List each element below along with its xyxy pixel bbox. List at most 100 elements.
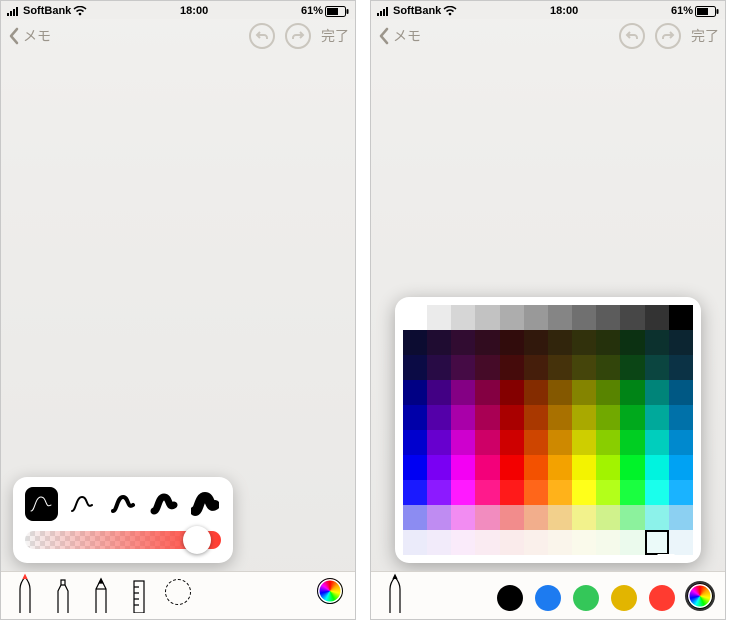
color-cell[interactable] [645, 480, 669, 505]
color-cell[interactable] [427, 455, 451, 480]
color-cell[interactable] [548, 405, 572, 430]
color-cell[interactable] [548, 355, 572, 380]
color-cell[interactable] [548, 430, 572, 455]
color-cell[interactable] [645, 430, 669, 455]
color-cell[interactable] [403, 430, 427, 455]
color-cell[interactable] [596, 330, 620, 355]
color-cell[interactable] [403, 505, 427, 530]
color-cell[interactable] [403, 380, 427, 405]
color-cell[interactable] [475, 405, 499, 430]
color-cell[interactable] [500, 530, 524, 555]
color-cell[interactable] [475, 455, 499, 480]
color-picker-button[interactable] [317, 578, 343, 604]
tool-ruler[interactable] [127, 575, 151, 613]
color-cell[interactable] [451, 455, 475, 480]
color-cell[interactable] [645, 355, 669, 380]
color-cell[interactable] [403, 305, 427, 330]
color-cell[interactable] [620, 330, 644, 355]
tool-lasso[interactable] [165, 579, 191, 605]
color-cell[interactable] [620, 355, 644, 380]
color-swatch[interactable] [497, 585, 523, 611]
color-cell[interactable] [645, 330, 669, 355]
color-cell[interactable] [596, 380, 620, 405]
color-cell[interactable] [572, 505, 596, 530]
color-cell[interactable] [475, 380, 499, 405]
undo-button[interactable] [249, 23, 275, 49]
color-cell[interactable] [427, 430, 451, 455]
color-swatch[interactable] [649, 585, 675, 611]
color-cell[interactable] [596, 355, 620, 380]
color-cell[interactable] [524, 380, 548, 405]
done-button[interactable]: 完了 [691, 26, 719, 46]
color-cell[interactable] [500, 455, 524, 480]
color-cell[interactable] [427, 480, 451, 505]
back-button[interactable]: メモ [377, 26, 421, 46]
color-cell[interactable] [451, 505, 475, 530]
color-cell[interactable] [645, 455, 669, 480]
color-cell[interactable] [645, 380, 669, 405]
color-cell[interactable] [596, 480, 620, 505]
color-cell[interactable] [403, 480, 427, 505]
color-cell[interactable] [669, 480, 693, 505]
color-cell[interactable] [403, 405, 427, 430]
color-cell[interactable] [596, 305, 620, 330]
color-cell[interactable] [669, 530, 693, 555]
color-cell[interactable] [403, 355, 427, 380]
color-cell[interactable] [451, 480, 475, 505]
color-cell[interactable] [548, 305, 572, 330]
opacity-slider-knob[interactable] [183, 526, 211, 554]
stroke-width-option[interactable] [66, 487, 99, 521]
color-cell[interactable] [475, 530, 499, 555]
color-cell[interactable] [669, 505, 693, 530]
color-cell[interactable] [669, 430, 693, 455]
tool-marker[interactable] [51, 575, 75, 613]
color-swatch[interactable] [611, 585, 637, 611]
color-cell[interactable] [475, 330, 499, 355]
color-cell[interactable] [572, 330, 596, 355]
color-cell[interactable] [620, 505, 644, 530]
color-cell[interactable] [572, 380, 596, 405]
color-cell[interactable] [524, 305, 548, 330]
color-cell[interactable] [500, 405, 524, 430]
color-cell[interactable] [596, 405, 620, 430]
color-cell[interactable] [596, 430, 620, 455]
color-cell[interactable] [403, 330, 427, 355]
redo-button[interactable] [655, 23, 681, 49]
stroke-width-option[interactable] [147, 487, 180, 521]
color-cell[interactable] [620, 530, 644, 555]
stroke-width-option[interactable] [188, 487, 221, 521]
color-cell[interactable] [475, 355, 499, 380]
color-cell[interactable] [475, 480, 499, 505]
color-cell[interactable] [620, 380, 644, 405]
color-cell[interactable] [620, 480, 644, 505]
color-cell[interactable] [596, 505, 620, 530]
color-cell[interactable] [645, 530, 669, 555]
color-cell[interactable] [403, 530, 427, 555]
color-cell[interactable] [572, 405, 596, 430]
done-button[interactable]: 完了 [321, 26, 349, 46]
color-cell[interactable] [548, 530, 572, 555]
color-cell[interactable] [669, 380, 693, 405]
color-cell[interactable] [645, 305, 669, 330]
color-cell[interactable] [620, 455, 644, 480]
color-cell[interactable] [524, 405, 548, 430]
color-grid[interactable] [403, 305, 693, 555]
color-cell[interactable] [500, 380, 524, 405]
color-cell[interactable] [524, 480, 548, 505]
color-cell[interactable] [548, 455, 572, 480]
color-cell[interactable] [524, 505, 548, 530]
color-cell[interactable] [500, 480, 524, 505]
color-cell[interactable] [572, 355, 596, 380]
color-cell[interactable] [524, 455, 548, 480]
color-cell[interactable] [427, 305, 451, 330]
color-cell[interactable] [500, 355, 524, 380]
color-cell[interactable] [427, 530, 451, 555]
color-cell[interactable] [548, 330, 572, 355]
color-cell[interactable] [572, 480, 596, 505]
color-cell[interactable] [620, 405, 644, 430]
color-cell[interactable] [572, 430, 596, 455]
color-cell[interactable] [475, 430, 499, 455]
color-cell[interactable] [427, 405, 451, 430]
color-cell[interactable] [451, 380, 475, 405]
color-cell[interactable] [403, 455, 427, 480]
